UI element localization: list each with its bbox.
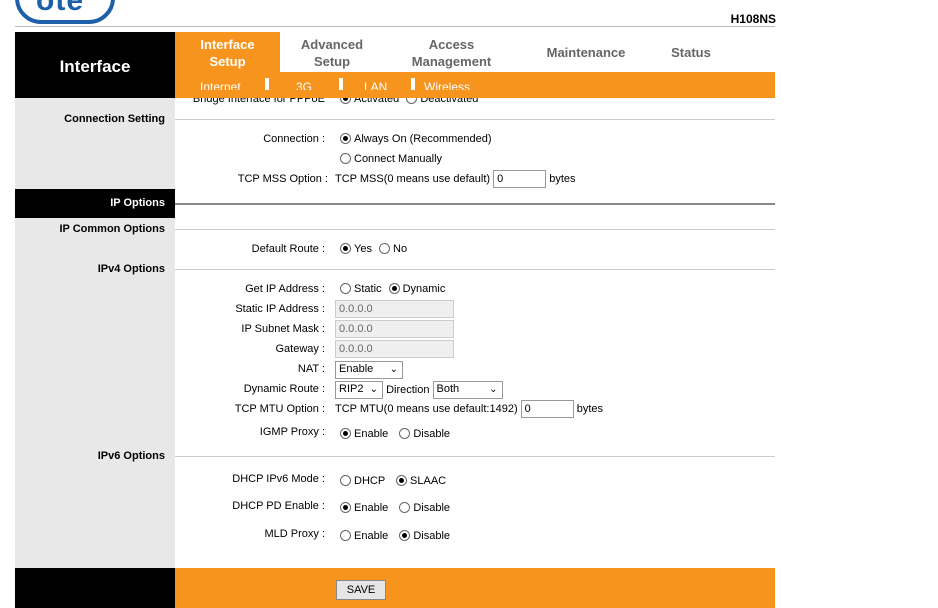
tab-advanced-setup[interactable]: Advanced Setup xyxy=(284,36,380,70)
direction-select[interactable]: Both ⌄ xyxy=(432,381,503,399)
dhcp-pd-enable-radio[interactable] xyxy=(340,502,351,513)
section-connection-setting: Connection Setting xyxy=(64,113,165,125)
igmp-options: Enable Disable xyxy=(340,428,450,440)
tcp-mss-input[interactable]: 0 xyxy=(493,170,547,188)
chevron-down-icon: ⌄ xyxy=(389,364,398,375)
get-ip-dynamic-radio[interactable] xyxy=(388,283,400,294)
igmp-disable-radio[interactable] xyxy=(399,428,411,439)
tab-maintenance[interactable]: Maintenance xyxy=(530,44,642,61)
tcp-mss-row: TCP MSS(0 means use default) 0 bytes xyxy=(335,170,576,188)
mld-enable-radio[interactable] xyxy=(340,530,351,541)
tab-status[interactable]: Status xyxy=(660,44,722,61)
footer-block xyxy=(15,568,175,608)
dynamic-route-select[interactable]: RIP2 ⌄ xyxy=(335,381,383,399)
gateway-label: Gateway : xyxy=(275,343,325,355)
save-button[interactable]: SAVE xyxy=(336,580,386,600)
chevron-down-icon: ⌄ xyxy=(369,384,378,395)
tab-access-management[interactable]: Access Management xyxy=(400,36,503,70)
default-route-yes-radio[interactable] xyxy=(340,243,351,254)
igmp-enable-radio[interactable] xyxy=(340,428,351,439)
get-ip-options: Static Dynamic xyxy=(340,283,445,295)
connection-label: Connection : xyxy=(263,133,325,145)
model-name: H108NS xyxy=(730,12,776,26)
get-ip-label: Get IP Address : xyxy=(245,283,325,295)
igmp-label: IGMP Proxy : xyxy=(259,426,325,438)
divider xyxy=(175,229,775,230)
divider xyxy=(175,456,775,457)
get-ip-static-radio[interactable] xyxy=(340,283,351,294)
nat-select[interactable]: Enable ⌄ xyxy=(335,361,403,379)
connection-option-always: Always On (Recommended) xyxy=(340,133,492,145)
nat-label: NAT : xyxy=(297,363,325,375)
connection-option-manual: Connect Manually xyxy=(340,153,442,165)
dhcp-ipv6-label: DHCP IPv6 Mode : xyxy=(232,473,325,485)
subnet-input[interactable]: 0.0.0.0 xyxy=(335,320,454,338)
section-ip-options: IP Options xyxy=(110,197,165,209)
dhcp-ipv6-dhcp-radio[interactable] xyxy=(340,475,351,486)
mld-disable-radio[interactable] xyxy=(399,530,411,541)
gateway-input[interactable]: 0.0.0.0 xyxy=(335,340,454,358)
connect-manually-radio[interactable] xyxy=(340,153,351,164)
tcp-mtu-label: TCP MTU Option : xyxy=(234,403,325,415)
always-on-radio[interactable] xyxy=(340,133,351,144)
dynamic-route-label: Dynamic Route : xyxy=(243,383,325,395)
mld-label: MLD Proxy : xyxy=(264,528,325,540)
dhcp-ipv6-slaac-radio[interactable] xyxy=(396,475,408,486)
default-route-label: Default Route : xyxy=(251,243,325,255)
logo: ote xyxy=(36,0,84,17)
tab-interface-setup[interactable]: Interface Setup xyxy=(175,36,280,70)
default-route-no-radio[interactable] xyxy=(379,243,391,254)
section-ipv6: IPv6 Options xyxy=(97,450,165,462)
divider xyxy=(175,119,775,120)
default-route-options: Yes No xyxy=(340,243,407,255)
section-ipv4: IPv4 Options xyxy=(97,263,165,275)
sidebar xyxy=(15,98,175,568)
chevron-down-icon: ⌄ xyxy=(489,384,498,395)
divider xyxy=(15,26,775,27)
dhcp-pd-label: DHCP PD Enable : xyxy=(232,500,325,512)
footer-bar xyxy=(175,568,775,608)
subnet-label: IP Subnet Mask : xyxy=(241,323,325,335)
dhcp-pd-options: Enable Disable xyxy=(340,502,450,514)
tcp-mss-label: TCP MSS Option : xyxy=(237,173,328,185)
dhcp-pd-disable-radio[interactable] xyxy=(399,502,411,513)
divider xyxy=(175,203,775,205)
direction-label: Direction xyxy=(386,383,430,396)
page-title: Interface xyxy=(59,57,131,76)
static-ip-input[interactable]: 0.0.0.0 xyxy=(335,300,454,318)
divider xyxy=(175,269,775,270)
tcp-mtu-input[interactable]: 0 xyxy=(520,400,574,418)
mld-options: Enable Disable xyxy=(340,530,450,542)
tcp-mtu-row: TCP MTU(0 means use default:1492) 0 byte… xyxy=(335,400,603,418)
section-ip-common: IP Common Options xyxy=(59,223,165,235)
static-ip-label: Static IP Address : xyxy=(235,303,325,315)
dhcp-ipv6-options: DHCP SLAAC xyxy=(340,475,446,487)
